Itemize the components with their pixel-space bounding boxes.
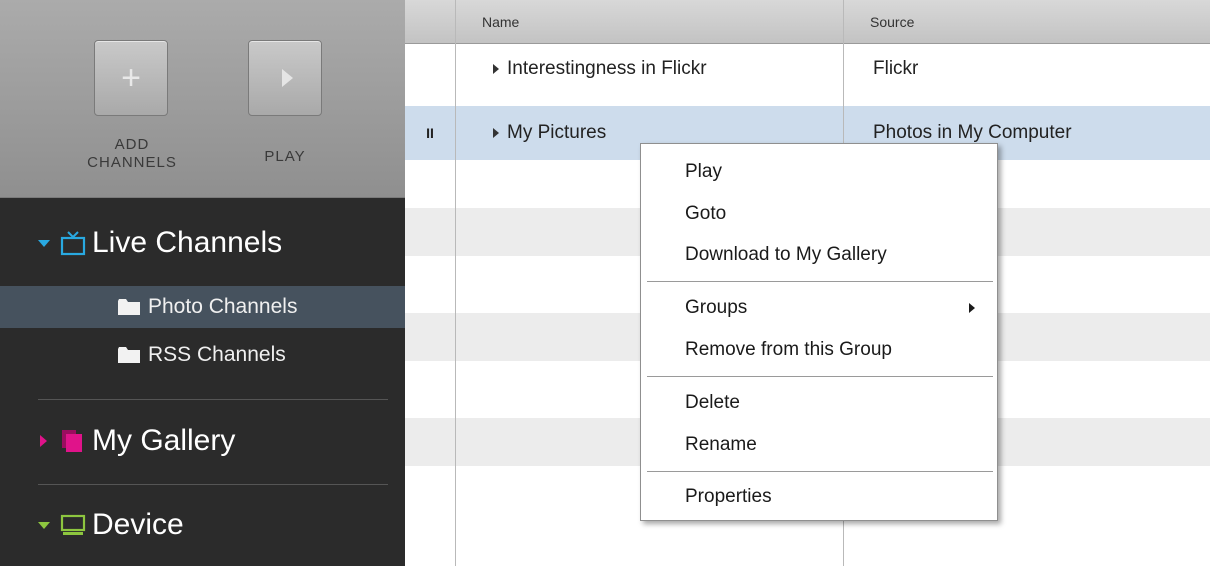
play-icon xyxy=(281,69,293,87)
table-row[interactable]: Interestingness in Flickr Flickr xyxy=(405,45,1210,93)
sidebar-item-label: RSS Channels xyxy=(148,343,286,366)
menu-item-label: Groups xyxy=(685,297,748,318)
plus-icon: + xyxy=(121,59,141,97)
sidebar-item-photo-channels[interactable]: Photo Channels xyxy=(0,286,405,328)
menu-item-goto[interactable]: Goto xyxy=(641,195,997,233)
section-device[interactable]: Device xyxy=(0,500,405,550)
menu-separator xyxy=(647,376,993,377)
monitor-icon xyxy=(60,514,86,535)
sidebar: + ADD CHANNELS PLAY Live Channels Photo … xyxy=(0,0,405,566)
toolbar: + ADD CHANNELS PLAY xyxy=(0,0,405,198)
app-window: + ADD CHANNELS PLAY Live Channels Photo … xyxy=(0,0,1210,566)
row-name: My Pictures xyxy=(507,122,607,143)
column-header-source[interactable]: Source xyxy=(843,0,1210,44)
tv-icon xyxy=(60,231,86,256)
gallery-icon xyxy=(62,430,82,452)
folder-icon xyxy=(118,299,140,315)
divider xyxy=(38,399,388,400)
menu-item-download[interactable]: Download to My Gallery xyxy=(641,236,997,274)
divider xyxy=(38,484,388,485)
chevron-down-icon xyxy=(38,239,50,247)
menu-separator xyxy=(647,281,993,282)
section-title: Live Channels xyxy=(92,226,283,259)
table-header: Name Source xyxy=(405,0,1210,44)
section-my-gallery[interactable]: My Gallery xyxy=(0,416,405,466)
chevron-down-icon xyxy=(38,521,50,529)
section-live-channels[interactable]: Live Channels xyxy=(0,218,405,268)
name-cell: Interestingness in Flickr xyxy=(455,45,707,93)
section-title: Device xyxy=(92,508,184,541)
source-cell: Flickr xyxy=(873,58,919,79)
column-header-name[interactable]: Name xyxy=(455,0,843,44)
menu-item-rename[interactable]: Rename xyxy=(641,426,997,464)
sidebar-item-label: Photo Channels xyxy=(148,295,298,318)
play-label: PLAY xyxy=(264,148,306,165)
menu-item-properties[interactable]: Properties xyxy=(641,478,997,516)
expand-arrow-icon[interactable] xyxy=(493,64,499,74)
column-divider xyxy=(455,0,456,566)
menu-separator xyxy=(647,471,993,472)
menu-item-groups[interactable]: Groups xyxy=(641,289,997,327)
menu-item-remove-from-group[interactable]: Remove from this Group xyxy=(641,331,997,369)
play-button[interactable] xyxy=(248,40,322,116)
pause-icon[interactable]: II xyxy=(405,106,455,160)
expand-arrow-icon[interactable] xyxy=(493,128,499,138)
row-name: Interestingness in Flickr xyxy=(507,58,707,79)
add-channels-button[interactable]: + xyxy=(94,40,168,116)
context-menu: Play Goto Download to My Gallery Groups … xyxy=(640,143,998,521)
section-title: My Gallery xyxy=(92,424,236,457)
add-channels-label: ADD CHANNELS xyxy=(87,136,177,171)
name-cell: My Pictures xyxy=(455,106,606,160)
menu-item-delete[interactable]: Delete xyxy=(641,384,997,422)
menu-item-play[interactable]: Play xyxy=(641,153,997,191)
chevron-right-icon xyxy=(40,435,47,447)
submenu-arrow-icon xyxy=(969,303,975,313)
sidebar-item-rss-channels[interactable]: RSS Channels xyxy=(0,334,405,376)
folder-icon xyxy=(118,347,140,363)
